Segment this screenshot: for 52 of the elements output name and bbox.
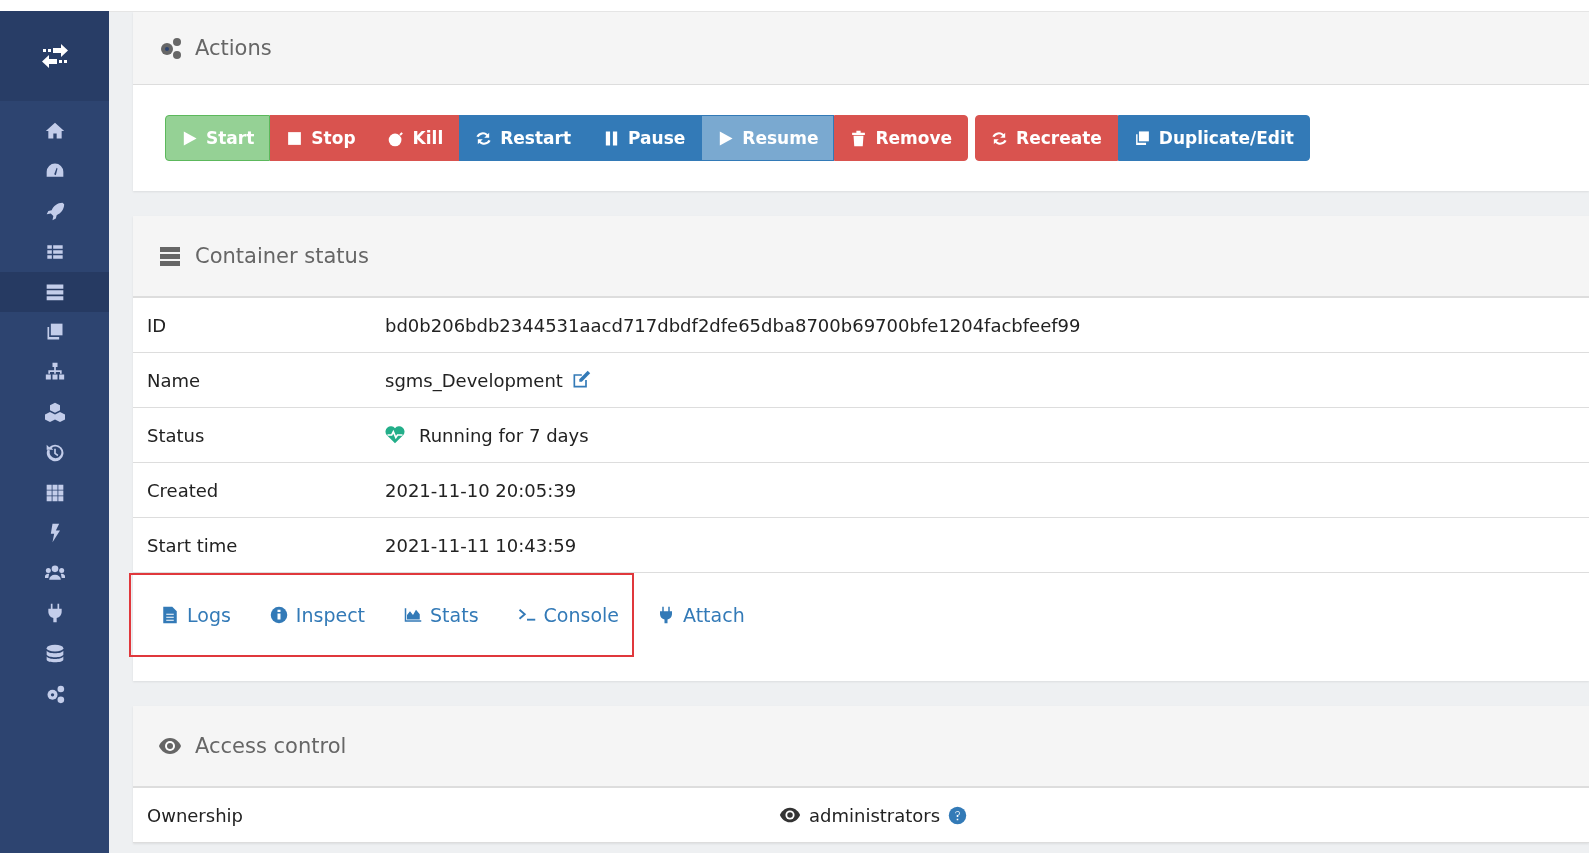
refresh-icon <box>475 129 493 147</box>
trash-icon <box>850 129 868 147</box>
terminal-icon <box>517 606 536 624</box>
action-button[interactable]: Pause <box>587 115 702 161</box>
field-label: ID <box>147 314 168 336</box>
file-icon <box>161 606 179 624</box>
field-label: Status <box>147 424 206 446</box>
history-icon <box>44 442 65 463</box>
action-button[interactable]: Duplicate/Edit <box>1117 115 1310 161</box>
field-label: Created <box>147 479 220 501</box>
panel-title: Actions <box>195 36 272 60</box>
link[interactable]: Inspect <box>269 604 366 626</box>
rocket-icon <box>44 201 65 222</box>
link[interactable]: Attach <box>657 573 745 657</box>
refresh-icon <box>991 129 1009 147</box>
field-label: Name <box>147 369 202 391</box>
stop-icon <box>286 129 304 147</box>
action-button[interactable]: Remove <box>834 115 969 161</box>
action-button[interactable]: Restart <box>459 115 588 161</box>
help-icon[interactable] <box>948 805 968 825</box>
field-value: Running for 7 days <box>419 424 589 446</box>
play-icon <box>181 129 198 147</box>
field-value: 2021-11-11 10:43:59 <box>385 534 577 556</box>
home-icon <box>44 121 65 142</box>
action-button[interactable]: Kill <box>371 115 460 161</box>
bomb-icon <box>387 129 405 147</box>
database-icon <box>44 643 65 664</box>
server-icon <box>157 244 183 268</box>
area-chart-icon <box>404 606 423 624</box>
cubes-icon <box>44 402 65 423</box>
field-value: administrators <box>809 804 941 826</box>
field-value: bd0b206bdb2344531aacd717dbdf2dfe65dba8700b69700bfe1204facbfeef99 <box>385 314 1081 336</box>
info-icon <box>269 606 288 624</box>
sitemap-icon <box>44 362 65 383</box>
copy-icon <box>1133 129 1151 147</box>
link[interactable]: Stats <box>404 604 479 626</box>
sidebar-item[interactable] <box>0 271 109 312</box>
swap-arrows-icon[interactable] <box>40 44 69 68</box>
link[interactable]: Logs <box>161 604 231 626</box>
link[interactable]: Console <box>517 604 619 626</box>
field-label: Start time <box>147 534 239 556</box>
field-label: Ownership <box>147 804 244 826</box>
panel-title: Access control <box>195 734 347 758</box>
field-value: 2021-11-10 20:05:39 <box>385 479 577 501</box>
panel-title: Container status <box>195 244 369 268</box>
grid-icon <box>44 482 65 503</box>
plug-icon <box>657 606 675 624</box>
field-value: sgms_Development <box>385 369 563 391</box>
action-button[interactable]: Stop <box>270 115 372 161</box>
play-icon <box>717 129 735 147</box>
heartbeat-icon <box>385 425 405 445</box>
action-button[interactable]: Recreate <box>975 115 1118 161</box>
